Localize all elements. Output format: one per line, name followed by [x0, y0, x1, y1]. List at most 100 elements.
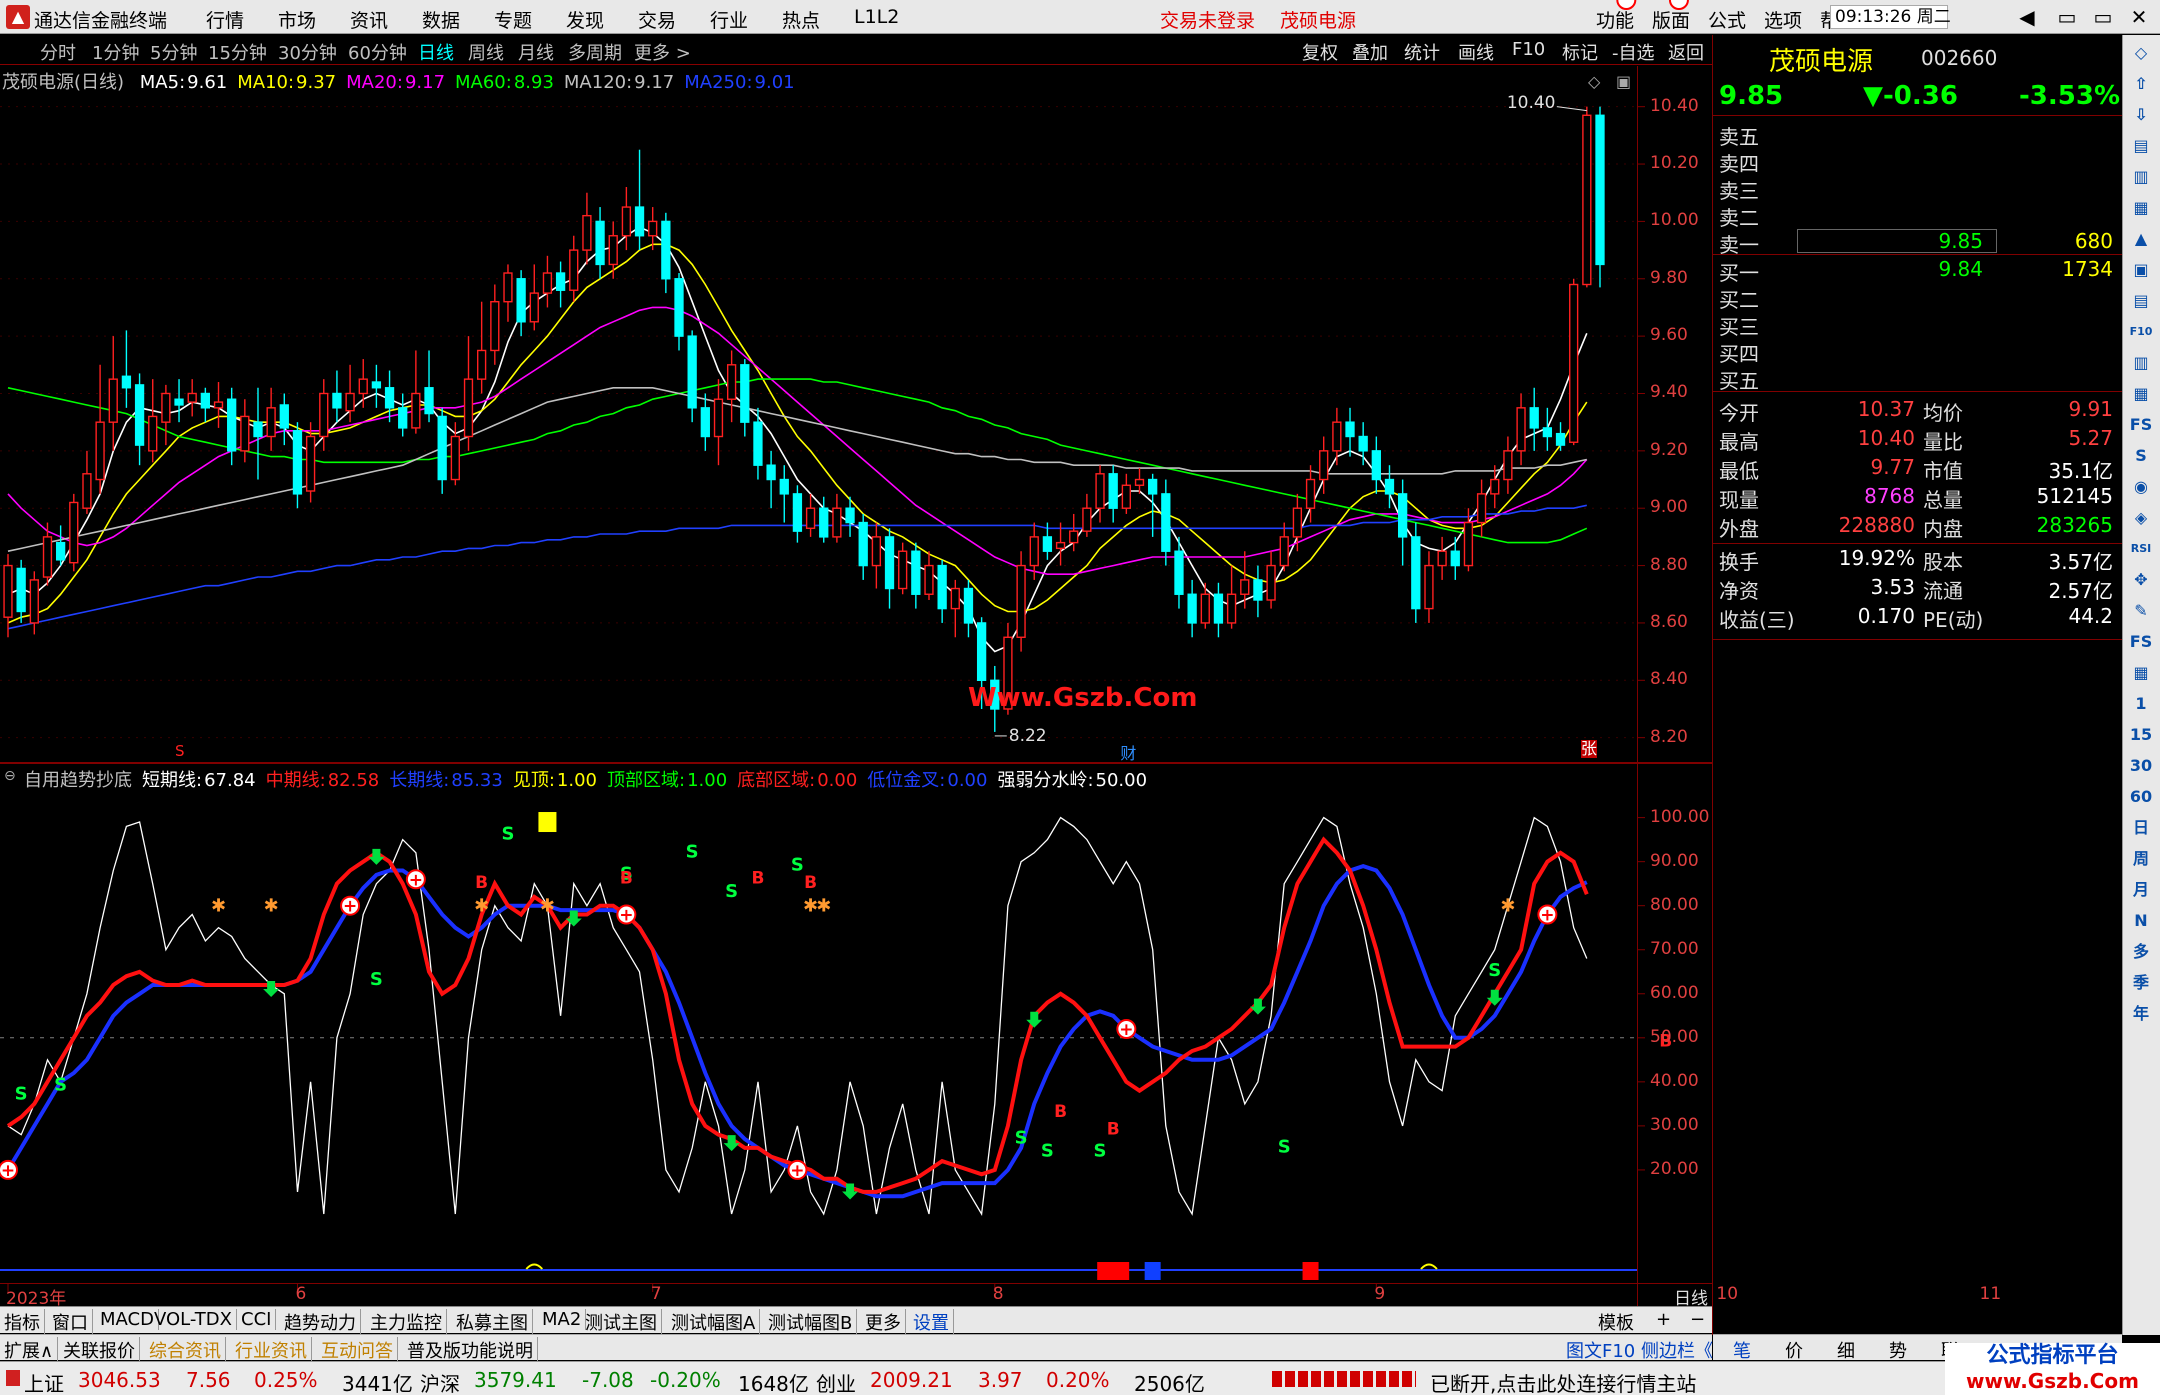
extension-tab[interactable]: 普及版功能说明	[407, 1337, 538, 1363]
sidebar-tool-icon[interactable]: ◇	[2128, 41, 2154, 65]
high-price-label: 10.40	[1506, 92, 1556, 113]
candle-body	[884, 536, 895, 590]
restore-icon[interactable]: ▭	[2086, 2, 2120, 32]
s-marker: S	[175, 742, 185, 760]
candle-body	[1134, 478, 1145, 486]
sidebar-tool-icon[interactable]: ▥	[2128, 165, 2154, 189]
sidebar-tool-icon[interactable]: 周	[2128, 847, 2154, 871]
add-button[interactable]: +	[1656, 1309, 1671, 1330]
quote-tab[interactable]: 势	[1889, 1337, 1907, 1363]
remove-button[interactable]: −	[1690, 1309, 1705, 1330]
quote-pct: -3.53%	[2019, 81, 2120, 111]
index-name[interactable]: 上证	[24, 1368, 64, 1395]
sell-level-price	[1883, 202, 1983, 230]
sidebar-tool-icon[interactable]: ▦	[2128, 661, 2154, 685]
sidebar-tool-icon[interactable]: ▲	[2128, 227, 2154, 251]
buy-level-label: 买五	[1719, 369, 1759, 393]
sidebar-tool-icon[interactable]: 60	[2128, 785, 2154, 809]
sidebar-tool-icon[interactable]: RSI	[2128, 537, 2154, 561]
quote-tab[interactable]: 价	[1785, 1337, 1803, 1363]
extension-tab[interactable]: 关联报价	[63, 1337, 140, 1363]
sidebar-tool-icon[interactable]: ▤	[2128, 289, 2154, 313]
extension-tab[interactable]: 行业资讯	[235, 1337, 312, 1363]
indicator-tab[interactable]: MA2	[542, 1309, 587, 1330]
indicator-tab[interactable]: VOL-TDX	[154, 1309, 237, 1330]
buy-level-label: 买四	[1719, 342, 1759, 366]
sidebar-tool-icon[interactable]: ▣	[2128, 258, 2154, 282]
sidebar-tool-icon[interactable]: 月	[2128, 878, 2154, 902]
indicator-tab[interactable]: 更多	[865, 1309, 906, 1335]
indicator-tab[interactable]: CCI	[241, 1309, 277, 1330]
sidebar-tool-icon[interactable]: 日	[2128, 816, 2154, 840]
indicator-tab[interactable]: 私募主图	[456, 1309, 533, 1335]
menu-gongshi[interactable]: 公式	[1708, 6, 1746, 33]
stat-value: 35.1亿	[2048, 459, 2113, 483]
indicator-tab[interactable]: 主力监控	[370, 1309, 447, 1335]
sidebar-tool-icon[interactable]: ▦	[2128, 382, 2154, 406]
right-icon-bar: ◇ ⇧ ⇩ ▤ ▥ ▦ ▲ ▣ ▤ F10 ▥ ▦ FS S ◉ ◈ RSI ✥ ✎ FS ▦ 1 15 30 60 日周月 N 多季…	[2122, 35, 2160, 1335]
sidebar-tool-icon[interactable]: S	[2128, 444, 2154, 468]
stat-label: 今开	[1719, 401, 1759, 425]
main-y-tick-label: 8.80	[1650, 554, 1688, 575]
stat-value: 44.2	[2068, 604, 2113, 628]
sell-signal-s: S	[725, 881, 738, 902]
sidebar-tool-icon[interactable]: ▥	[2128, 351, 2154, 375]
chart-canvas[interactable]: +++++++++++SSSSSSSSSSSSSSSSSSBBBBBBBBB✱✱…	[0, 0, 1712, 1306]
sidebar-tool-icon[interactable]: 30	[2128, 754, 2154, 778]
sidebar-tool-icon[interactable]: 1	[2128, 692, 2154, 716]
indicator-tab[interactable]: 测试幅图B	[768, 1309, 858, 1335]
index-name[interactable]: 创业	[816, 1368, 856, 1395]
quote-tab[interactable]: 细	[1837, 1337, 1855, 1363]
indicator-tab[interactable]: 窗口	[52, 1309, 93, 1335]
sub-y-tick-label: 30.00	[1650, 1114, 1699, 1135]
panel-toggle-icon[interactable]: ▣	[1616, 72, 1631, 91]
sidebar-tool-icon[interactable]: 季	[2128, 971, 2154, 995]
close-icon[interactable]: ✕	[2122, 2, 2156, 32]
sell-signal-s: S	[791, 854, 804, 875]
extension-tab[interactable]: 互动问答	[321, 1337, 398, 1363]
stats-separator	[1713, 639, 2122, 640]
extension-tab[interactable]: 综合资讯	[149, 1337, 226, 1363]
sidebar-tool-icon[interactable]: N	[2128, 909, 2154, 933]
candle-body	[305, 435, 316, 492]
sidebar-tool-icon[interactable]: 年	[2128, 1002, 2154, 1026]
sidebar-tool-icon[interactable]: ⇩	[2128, 103, 2154, 127]
connection-message[interactable]: 已断开,点击此处连接行情主站	[1430, 1368, 1696, 1395]
sidebar-tool-icon[interactable]: ▦	[2128, 196, 2154, 220]
sub-chart-toggle-icon[interactable]: ⊖	[4, 768, 16, 784]
indicator-tab[interactable]: 测试主图	[585, 1309, 662, 1335]
clock-weekday: 周二	[1916, 7, 1951, 27]
sidebar-tool-icon[interactable]: FS	[2128, 413, 2154, 437]
index-name[interactable]: 沪深	[420, 1368, 460, 1395]
brand-box: 公式指标平台 www.Gszb.Com	[1945, 1343, 2160, 1395]
diamond-icon[interactable]: ◇	[1588, 72, 1600, 91]
menu-xuanxiang[interactable]: 选项	[1764, 6, 1802, 33]
indicator-tab[interactable]: 测试幅图A	[671, 1309, 761, 1335]
sidebar-tool-icon[interactable]: ◉	[2128, 475, 2154, 499]
sidebar-tool-icon[interactable]: 15	[2128, 723, 2154, 747]
sidebar-tool-icon[interactable]: FS	[2128, 630, 2154, 654]
status-bar: 上证 3046.53 7.56 0.25% 3441亿 沪深 3579.41 -7.08 -0.…	[0, 1361, 2160, 1395]
quote-tab[interactable]: 笔	[1733, 1337, 1751, 1363]
sidebar-toggle-button[interactable]: 图文F10 侧边栏《	[1566, 1337, 1713, 1363]
indicator-tab[interactable]: 指标	[4, 1309, 45, 1335]
indicator-tab[interactable]: 趋势动力	[284, 1309, 361, 1335]
sidebar-tool-icon[interactable]: ▤	[2128, 134, 2154, 158]
zhang-marker: 张	[1580, 739, 1597, 758]
candle-body	[555, 272, 566, 291]
candle-body	[253, 421, 263, 438]
stat-value: 19.92%	[1838, 546, 1915, 570]
indicator-tab[interactable]: MACD	[100, 1309, 159, 1330]
sidebar-tool-icon[interactable]: 多	[2128, 940, 2154, 964]
sidebar-tool-icon[interactable]: ⇧	[2128, 72, 2154, 96]
minimize-icon[interactable]: ▭	[2050, 2, 2084, 32]
sidebar-tool-icon[interactable]: ◈	[2128, 506, 2154, 530]
indicator-tab[interactable]: 设置	[913, 1309, 954, 1335]
x-axis-period[interactable]: 日线	[1674, 1284, 1708, 1309]
sidebar-tool-icon[interactable]: F10	[2128, 320, 2154, 344]
sidebar-tool-icon[interactable]: ✎	[2128, 599, 2154, 623]
template-button[interactable]: 模板	[1598, 1309, 1634, 1335]
back-icon[interactable]: ◀	[2010, 2, 2044, 32]
sidebar-tool-icon[interactable]: ✥	[2128, 568, 2154, 592]
extension-tab[interactable]: 扩展∧	[4, 1337, 59, 1363]
